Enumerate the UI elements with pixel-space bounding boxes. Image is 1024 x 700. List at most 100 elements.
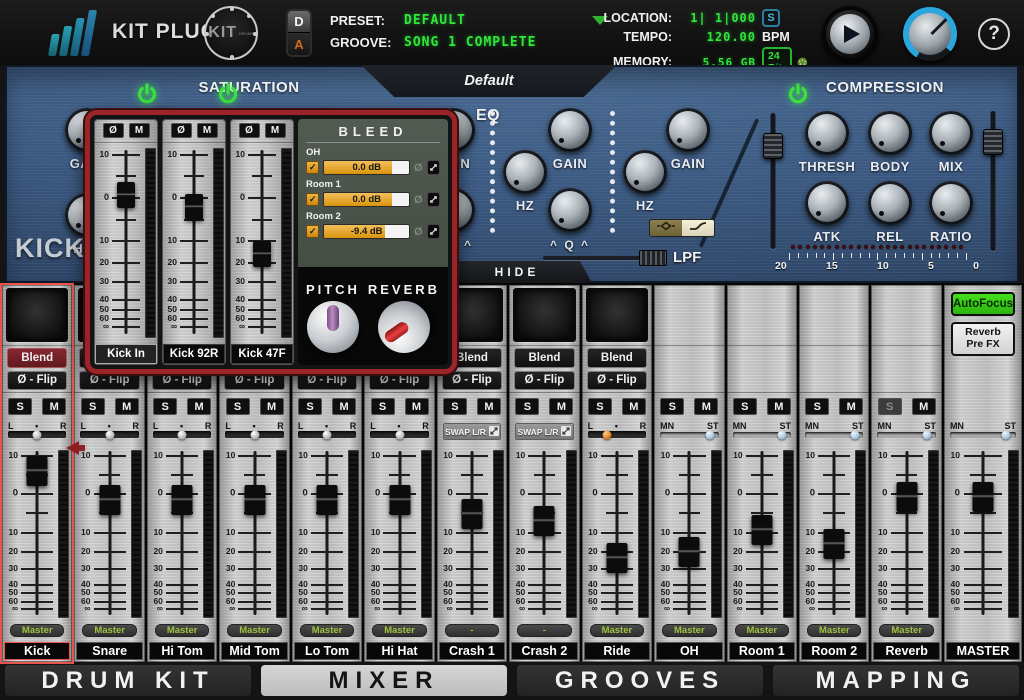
pan-handle[interactable] <box>33 430 42 439</box>
eq-band-4-bell-button[interactable] <box>650 220 682 236</box>
bleed-checkbox-oh[interactable]: ✓ <box>306 161 319 174</box>
fader-handle-kick-92r[interactable] <box>185 194 203 220</box>
mute-button-hi-tom[interactable]: M <box>187 398 211 415</box>
channel-name-snare[interactable]: Snare <box>76 642 142 660</box>
solo-button-kick[interactable]: S <box>8 398 32 415</box>
compression-mix-knob[interactable] <box>929 111 973 155</box>
pan-handle[interactable] <box>323 430 332 439</box>
channel-name-crash-2[interactable]: Crash 2 <box>511 642 577 660</box>
blend-button-crash-2[interactable]: Blend <box>514 348 574 368</box>
phase-button-kick-92r[interactable]: Ø <box>171 123 192 138</box>
popup-strip-name-kick-47f[interactable]: Kick 47F <box>231 344 293 364</box>
tab-mapping[interactable]: MAPPING <box>773 665 1019 696</box>
swap-lr-button-crash-1[interactable]: SWAP L/R <box>443 423 501 440</box>
pan-handle[interactable] <box>395 430 404 439</box>
mute-button-reverb[interactable]: M <box>912 398 936 415</box>
help-button[interactable]: ? <box>978 18 1010 50</box>
reverb-prefx-button[interactable]: ReverbPre FX <box>951 322 1015 356</box>
compression-body-knob[interactable] <box>868 111 912 155</box>
popup-strip-name-kick-92r[interactable]: Kick 92R <box>163 344 225 364</box>
route-button-oh[interactable]: Master <box>662 624 716 637</box>
fader-handle-kick[interactable] <box>27 456 48 486</box>
route-button-ride[interactable]: Master <box>590 624 644 637</box>
channel-name-room-2[interactable]: Room 2 <box>801 642 867 660</box>
bleed-value-oh[interactable]: 0.0 dB <box>323 160 410 175</box>
tab-drum-kit[interactable]: DRUM KIT <box>5 665 251 696</box>
compression-atk-knob[interactable] <box>805 181 849 225</box>
pan-slider-kick[interactable] <box>8 431 66 438</box>
solo-button-hi-tom[interactable]: S <box>153 398 177 415</box>
compression-ratio-knob[interactable] <box>929 181 973 225</box>
bleed-expand-button[interactable] <box>427 192 440 207</box>
channel-name-room-1[interactable]: Room 1 <box>729 642 795 660</box>
digital-analog-switch[interactable]: D A <box>286 9 312 57</box>
channel-name-master[interactable]: MASTER <box>946 642 1020 660</box>
solo-button-lo-tom[interactable]: S <box>298 398 322 415</box>
solo-button-room-2[interactable]: S <box>805 398 829 415</box>
route-button-reverb[interactable]: Master <box>879 624 933 637</box>
mute-button-kick-92r[interactable]: M <box>197 123 218 138</box>
sync-badge[interactable]: S <box>762 9 780 27</box>
channel-name-ride[interactable]: Ride <box>584 642 650 660</box>
channel-name-hi-hat[interactable]: Hi Hat <box>366 642 432 660</box>
pan-slider-hi-hat[interactable] <box>370 431 428 438</box>
solo-button-ride[interactable]: S <box>588 398 612 415</box>
width-slider-reverb[interactable] <box>877 432 935 438</box>
phase-button-kick-47f[interactable]: Ø <box>239 123 260 138</box>
fader-handle-crash-1[interactable] <box>461 499 482 529</box>
pitch-knob[interactable] <box>307 301 359 353</box>
width-handle[interactable] <box>778 431 787 440</box>
compression-input-fader[interactable] <box>762 113 784 249</box>
eq-band-4-freq-knob[interactable] <box>623 150 667 194</box>
eq-preset-banner[interactable]: Default <box>361 65 617 97</box>
preset-value[interactable]: DEFAULT <box>404 13 536 28</box>
pan-slider-hi-tom[interactable] <box>153 431 211 438</box>
reverb-knob[interactable] <box>368 290 440 362</box>
route-button-hi-hat[interactable]: Master <box>372 624 426 637</box>
eq-lpf-slider[interactable] <box>543 256 667 260</box>
mute-button-ride[interactable]: M <box>622 398 646 415</box>
saturation-power-icon[interactable] <box>135 82 159 106</box>
fader-handle-master[interactable] <box>972 482 993 512</box>
mute-button-room-1[interactable]: M <box>767 398 791 415</box>
phase-flip-button-crash-2[interactable]: Ø - Flip <box>514 371 574 391</box>
fader-handle-ride[interactable] <box>606 543 627 573</box>
bleed-expand-button[interactable] <box>427 160 440 175</box>
blend-button-ride[interactable]: Blend <box>587 348 647 368</box>
solo-button-room-1[interactable]: S <box>733 398 757 415</box>
fader-handle-reverb[interactable] <box>896 482 917 512</box>
route-button-mid-tom[interactable]: Master <box>227 624 281 637</box>
route-button-room-1[interactable]: Master <box>735 624 789 637</box>
groove-value[interactable]: SONG 1 COMPLETE <box>404 35 536 50</box>
mute-button-kick-in[interactable]: M <box>129 123 150 138</box>
fader-handle-snare[interactable] <box>99 485 120 515</box>
mute-button-crash-2[interactable]: M <box>549 398 573 415</box>
fader-handle-room-1[interactable] <box>751 515 772 545</box>
channel-name-mid-tom[interactable]: Mid Tom <box>221 642 287 660</box>
phase-flip-button-ride[interactable]: Ø - Flip <box>587 371 647 391</box>
fader-handle-crash-2[interactable] <box>534 506 555 536</box>
autofocus-button[interactable]: AutoFocus <box>951 292 1015 316</box>
width-slider-master[interactable] <box>950 432 1016 438</box>
route-button-crash-2[interactable]: - <box>517 624 571 637</box>
mute-button-snare[interactable]: M <box>115 398 139 415</box>
route-button-room-2[interactable]: Master <box>807 624 861 637</box>
master-volume-knob[interactable] <box>903 7 957 61</box>
mute-button-oh[interactable]: M <box>694 398 718 415</box>
width-handle[interactable] <box>1002 431 1011 440</box>
eq-power-icon[interactable] <box>216 82 240 106</box>
eq-band-3-gain-knob[interactable] <box>548 108 592 152</box>
popup-strip-name-kick-in[interactable]: Kick In <box>95 344 157 364</box>
channel-name-reverb[interactable]: Reverb <box>873 642 939 660</box>
route-button-lo-tom[interactable]: Master <box>300 624 354 637</box>
compression-rel-knob[interactable] <box>868 181 912 225</box>
fader-handle-lo-tom[interactable] <box>317 485 338 515</box>
bleed-checkbox-room-1[interactable]: ✓ <box>306 193 319 206</box>
eq-band-4-shelf-button[interactable] <box>682 220 714 236</box>
width-handle[interactable] <box>923 431 932 440</box>
hide-button[interactable]: HIDE <box>442 261 592 283</box>
solo-button-crash-1[interactable]: S <box>443 398 467 415</box>
route-button-snare[interactable]: Master <box>82 624 136 637</box>
bleed-checkbox-room-2[interactable]: ✓ <box>306 225 319 238</box>
mute-button-kick[interactable]: M <box>42 398 66 415</box>
